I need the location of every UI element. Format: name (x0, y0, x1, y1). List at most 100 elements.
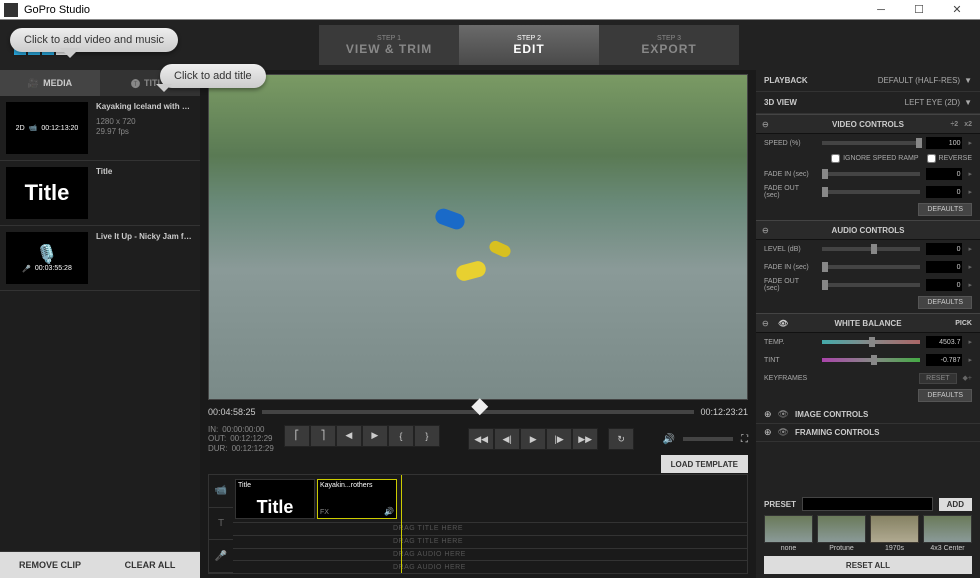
media-thumb: 🎙️ 🎤 00:03:55:28 (6, 232, 88, 284)
loop-out-button[interactable]: } (414, 425, 440, 447)
workflow-steps: STEP 1 VIEW & TRIM STEP 2 EDIT STEP 3 EX… (319, 25, 739, 65)
audio-icon: 🔊 (384, 507, 394, 516)
collapse-icon: ⊖ (762, 319, 769, 328)
audio-track-icon: 🎤 (209, 540, 233, 573)
3d-view-row[interactable]: 3D VIEW LEFT EYE (2D)▼ (756, 92, 980, 114)
media-thumb: Title (6, 167, 88, 219)
eye-icon: 👁 (778, 319, 788, 328)
clear-all-button[interactable]: CLEAR ALL (100, 552, 200, 578)
playback-row[interactable]: PLAYBACK DEFAULT (HALF-RES)▼ (756, 70, 980, 92)
collapse-icon: ⊖ (762, 226, 769, 235)
playhead[interactable] (471, 398, 488, 415)
media-item[interactable]: 2D 📹 00:12:13:20 Kayaking Iceland with T… (0, 96, 200, 161)
tooltip-add-media: Click to add video and music (10, 28, 178, 52)
preset-input[interactable] (802, 497, 933, 511)
text-icon: 🅣 (131, 77, 140, 90)
framing-controls-header[interactable]: ⊕ 👁 FRAMING CONTROLS (756, 424, 980, 442)
fast-fwd-button[interactable]: ▶▶ (572, 428, 598, 450)
scrubber[interactable] (262, 410, 695, 414)
timeline-video-clip[interactable]: Kayakin...rothers FX 🔊 (317, 479, 397, 519)
preset-4x3[interactable]: 4x3 Center (923, 515, 972, 552)
preset-protune[interactable]: Protune (817, 515, 866, 552)
audio-controls-header[interactable]: ⊖ AUDIO CONTROLS (756, 220, 980, 240)
kayak-graphic (455, 259, 488, 282)
step-view-trim[interactable]: STEP 1 VIEW & TRIM (319, 25, 459, 65)
preset-none[interactable]: none (764, 515, 813, 552)
camera-icon: 🎥 (28, 78, 39, 89)
speed-slider[interactable] (822, 141, 920, 145)
expand-icon: ⊕ (764, 427, 772, 438)
tab-media[interactable]: 🎥 MEDIA (0, 70, 100, 96)
timeline-title-clip[interactable]: Title Title (235, 479, 315, 519)
temp-slider[interactable] (822, 340, 920, 344)
video-preview[interactable] (208, 74, 748, 400)
kayak-graphic (487, 239, 512, 259)
reverse-checkbox[interactable]: REVERSE (927, 154, 972, 163)
step-export[interactable]: STEP 3 EXPORT (599, 25, 739, 65)
step-fwd-button[interactable]: |▶ (546, 428, 572, 450)
timecodes: IN:00:00:00:00 OUT:00:12:12:29 DUR:00:12… (208, 425, 274, 454)
controls-panel: PLAYBACK DEFAULT (HALF-RES)▼ 3D VIEW LEF… (756, 70, 980, 578)
video-controls-header[interactable]: ⊖ VIDEO CONTROLS ÷2x2 (756, 114, 980, 134)
expand-icon: ⊕ (764, 409, 772, 420)
half-speed-button[interactable]: ÷2 (950, 121, 958, 128)
audio-fadein-slider[interactable] (822, 265, 920, 269)
video-fadein-slider[interactable] (822, 172, 920, 176)
prev-frame-button[interactable]: ◀ (336, 425, 362, 447)
loop-button[interactable]: ↻ (608, 428, 634, 450)
speed-value[interactable]: 100 (926, 137, 962, 149)
timeline-tracks: 📹 T 🎤 Title Title Kayakin...rothers FX � (208, 474, 748, 574)
drag-audio-row[interactable]: DRAG AUDIO HERE (233, 548, 747, 561)
white-balance-header[interactable]: ⊖ 👁 WHITE BALANCE PICK (756, 313, 980, 333)
step-back-button[interactable]: ◀| (494, 428, 520, 450)
media-item[interactable]: 🎙️ 🎤 00:03:55:28 Live It Up - Nicky Jam … (0, 226, 200, 291)
collapse-icon: ⊖ (762, 120, 769, 129)
pick-button[interactable]: PICK (955, 320, 972, 327)
preset-1970s[interactable]: 1970s (870, 515, 919, 552)
wb-defaults-button[interactable]: DEFAULTS (918, 389, 972, 402)
window-title: GoPro Studio (24, 4, 90, 16)
next-frame-button[interactable]: ▶ (362, 425, 388, 447)
eye-icon: 👁 (778, 427, 789, 438)
audio-fadeout-slider[interactable] (822, 283, 920, 287)
video-fadeout-slider[interactable] (822, 190, 920, 194)
load-template-button[interactable]: LOAD TEMPLATE (661, 455, 748, 473)
minimize-button[interactable]: ─ (862, 0, 900, 20)
time-right: 00:12:23:21 (700, 407, 748, 417)
media-thumb: 2D 📹 00:12:13:20 (6, 102, 88, 154)
mark-in-button[interactable]: ⎡ (284, 425, 310, 447)
eye-icon: 👁 (778, 409, 789, 420)
keyframe-add-icon[interactable]: ◆+ (963, 374, 972, 382)
drag-audio-row[interactable]: DRAG AUDIO HERE (233, 560, 747, 573)
ignore-ramp-checkbox[interactable]: IGNORE SPEED RAMP (831, 154, 918, 163)
speaker-icon[interactable]: 🔊 (663, 434, 675, 445)
step-edit[interactable]: STEP 2 EDIT (459, 25, 599, 65)
media-panel: 🎥 MEDIA 🅣 TITLE 2D 📹 00:12:13:20 Kayakin… (0, 70, 200, 578)
play-button[interactable]: ▶ (520, 428, 546, 450)
remove-clip-button[interactable]: REMOVE CLIP (0, 552, 100, 578)
video-defaults-button[interactable]: DEFAULTS (918, 203, 972, 216)
window-titlebar: GoPro Studio ─ ☐ ✕ (0, 0, 980, 20)
title-track-icon: T (209, 508, 233, 541)
video-track-icon: 📹 (209, 475, 233, 508)
timeline-playhead[interactable] (401, 475, 402, 573)
media-item[interactable]: Title Title (0, 161, 200, 226)
audio-defaults-button[interactable]: DEFAULTS (918, 296, 972, 309)
loop-in-button[interactable]: { (388, 425, 414, 447)
drag-title-row[interactable]: DRAG TITLE HERE (233, 535, 747, 548)
time-left: 00:04:58:25 (208, 407, 256, 417)
tint-slider[interactable] (822, 358, 920, 362)
close-button[interactable]: ✕ (938, 0, 976, 20)
maximize-button[interactable]: ☐ (900, 0, 938, 20)
reset-all-button[interactable]: RESET ALL (764, 556, 972, 574)
wb-reset-button[interactable]: RESET (919, 373, 956, 384)
tooltip-add-title: Click to add title (160, 64, 266, 88)
volume-slider[interactable] (683, 437, 733, 441)
preset-add-button[interactable]: ADD (939, 498, 972, 511)
rewind-button[interactable]: ◀◀ (468, 428, 494, 450)
mark-out-button[interactable]: ⎤ (310, 425, 336, 447)
audio-level-slider[interactable] (822, 247, 920, 251)
fullscreen-icon[interactable]: ⛶ (741, 434, 748, 445)
image-controls-header[interactable]: ⊕ 👁 IMAGE CONTROLS (756, 406, 980, 424)
double-speed-button[interactable]: x2 (964, 121, 972, 128)
